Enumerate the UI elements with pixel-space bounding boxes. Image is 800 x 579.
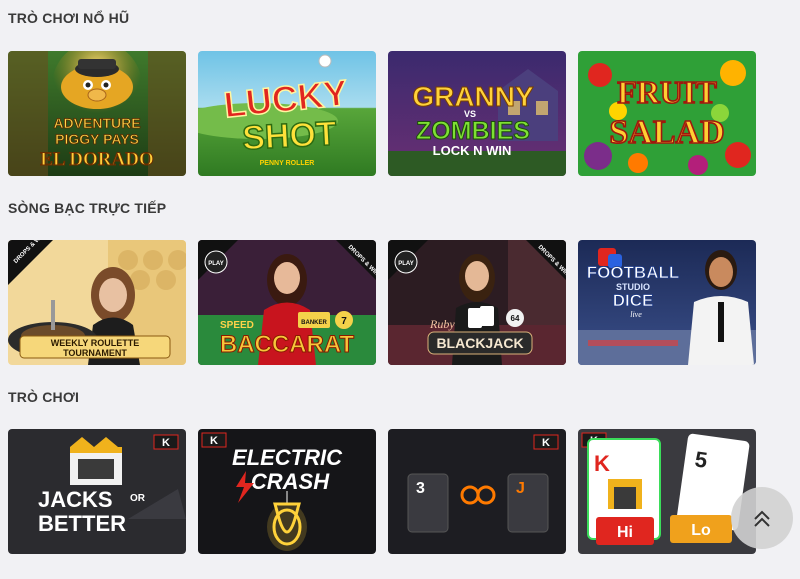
tile-text: PLAY — [208, 261, 223, 267]
tile-text: EL DORADO — [40, 149, 154, 170]
tile-text: Lo — [691, 522, 711, 539]
tile-text: TOURNAMENT — [63, 348, 127, 358]
tile-text: SHOT — [241, 115, 338, 158]
tile-text: Hi — [617, 524, 633, 541]
tile-text: Ruby — [429, 317, 455, 331]
tile-text: BETTER — [38, 511, 126, 536]
tile-text: WEEKLY ROULETTE — [51, 338, 140, 348]
game-tile-card-game[interactable]: K 3 J — [388, 429, 566, 554]
tile-text: OR — [130, 493, 146, 504]
section-title-live-casino: SÒNG BẠC TRỰC TIẾP — [8, 200, 167, 216]
tile-text: GRANNY — [412, 81, 534, 112]
tile-text: J — [516, 480, 525, 497]
tile-text: LOCK N WIN — [433, 143, 512, 158]
game-tile-speed-baccarat[interactable]: PLAY DROPS & WINS BANKER 7 SPEED BACCARA… — [198, 240, 376, 365]
tile-text: K — [210, 435, 218, 447]
game-tile-granny-vs-zombies[interactable]: GRANNY VS ZOMBIES LOCK N WIN — [388, 51, 566, 176]
game-tile-ruby-blackjack[interactable]: PLAY DROPS & WINS 64 Ruby BLACKJACK — [388, 240, 566, 365]
game-tile-fruit-salad[interactable]: FRUIT SALAD — [578, 51, 756, 176]
tile-text: JACKS — [38, 487, 113, 512]
tile-text: SPEED — [220, 320, 254, 331]
slots-row: ADVENTURE PIGGY PAYS EL DORADO LUCKY SHO… — [8, 51, 768, 176]
tile-text: ZOMBIES — [416, 117, 530, 145]
tile-text: PLAY — [398, 261, 413, 267]
tile-text: CRASH — [251, 469, 330, 494]
live-casino-row: DROPS & WINS WEEKLY ROULETTE TOURNAMENT … — [8, 240, 768, 365]
scroll-to-top-button[interactable] — [731, 487, 793, 549]
tile-text: 64 — [511, 314, 520, 323]
tile-text: 3 — [416, 480, 425, 497]
tile-text: live — [630, 310, 642, 319]
double-chevron-up-icon — [754, 510, 770, 527]
game-tile-el-dorado[interactable]: ADVENTURE PIGGY PAYS EL DORADO — [8, 51, 186, 176]
section-title-slots: TRÒ CHƠI NỔ HŨ — [8, 10, 130, 26]
tile-text: K — [542, 437, 550, 449]
game-tile-weekly-roulette[interactable]: DROPS & WINS WEEKLY ROULETTE TOURNAMENT — [8, 240, 186, 365]
game-tile-jacks-or-better[interactable]: K JACKS OR BETTER — [8, 429, 186, 554]
tile-text: BANKER — [301, 320, 327, 326]
tile-text: BLACKJACK — [436, 335, 523, 351]
tile-text: FRUIT — [617, 74, 717, 110]
game-tile-lucky-shot[interactable]: LUCKY SHOT PENNY ROLLER — [198, 51, 376, 176]
game-tile-electric-crash[interactable]: K ELECTRIC CRASH — [198, 429, 376, 554]
tile-text: SALAD — [609, 114, 724, 151]
tile-text: K — [162, 437, 170, 449]
tile-text: DICE — [613, 291, 654, 310]
tile-text: K — [594, 451, 610, 476]
tile-text: FOOTBALL — [587, 263, 680, 282]
tile-text: PENNY ROLLER — [260, 160, 315, 167]
tile-text: ADVENTURE — [53, 115, 140, 131]
game-tile-football-studio-dice[interactable]: FOOTBALL STUDIO DICE live — [578, 240, 756, 365]
games-row: K JACKS OR BETTER K ELECTRIC CRASH K 3 J… — [8, 429, 768, 554]
tile-text: 7 — [341, 316, 347, 327]
game-tile-hi-lo[interactable]: K K 5 Hi Lo — [578, 429, 756, 554]
tile-text: BACCARAT — [220, 331, 355, 358]
section-title-games: TRÒ CHƠI — [8, 389, 80, 405]
tile-text: ELECTRIC — [232, 445, 343, 470]
tile-text: PIGGY PAYS — [55, 131, 139, 147]
